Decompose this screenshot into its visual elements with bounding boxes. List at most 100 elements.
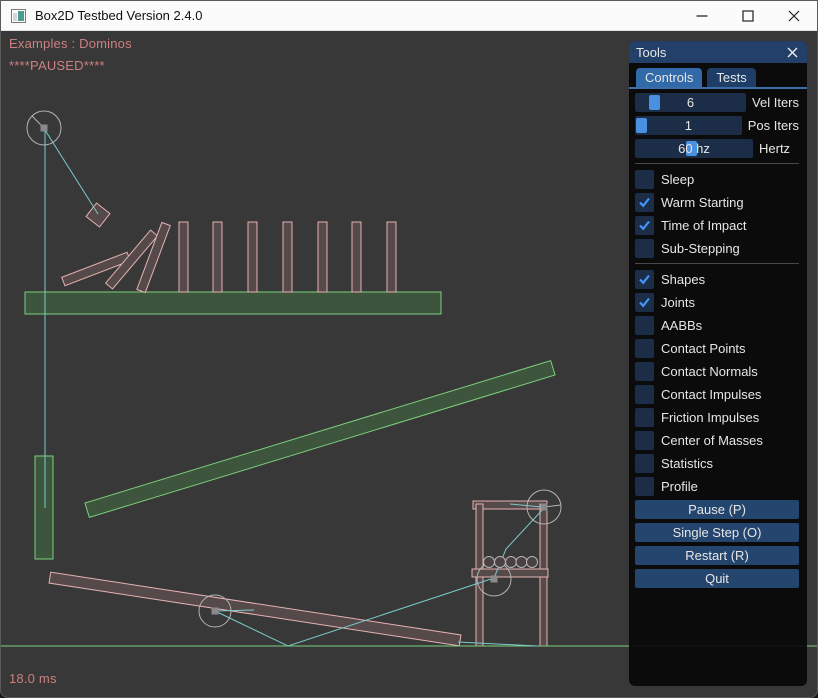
check-label: Warm Starting: [661, 195, 744, 210]
center-marker: [541, 504, 548, 511]
aabbs-checkbox[interactable]: [635, 316, 654, 335]
restart-r-button[interactable]: Restart (R): [635, 546, 799, 565]
body-pink: [62, 252, 131, 285]
slider-row-pos-iters: 1 Pos Iters: [635, 116, 799, 135]
check-row-sleep: Sleep: [635, 170, 799, 189]
joint-line: [45, 130, 98, 214]
pause-p-button[interactable]: Pause (P): [635, 500, 799, 519]
separator: [635, 263, 799, 264]
maximize-icon: [742, 10, 754, 22]
tools-panel-titlebar[interactable]: Tools: [629, 41, 807, 63]
body-pink: [540, 504, 547, 646]
check-label: Shapes: [661, 272, 705, 287]
quit-button[interactable]: Quit: [635, 569, 799, 588]
slider-value: 6: [635, 93, 746, 112]
single-step-o-button[interactable]: Single Step (O): [635, 523, 799, 542]
body-pink: [473, 501, 547, 509]
check-label: Profile: [661, 479, 698, 494]
checkbox-group-solver: Sleep Warm Starting Time of Impact Sub-Step…: [635, 170, 799, 258]
close-icon: [788, 10, 800, 22]
contact-points-checkbox[interactable]: [635, 339, 654, 358]
slider-label: Hertz: [759, 141, 790, 156]
tab-tests[interactable]: Tests: [707, 68, 755, 87]
joint-line: [458, 642, 537, 646]
pos-iters-slider[interactable]: 1: [635, 116, 742, 135]
body-green: [25, 292, 441, 314]
ball-body: [495, 557, 506, 568]
check-row-warm-starting: Warm Starting: [635, 193, 799, 212]
ball-body: [516, 557, 527, 568]
joint-line: [215, 610, 254, 611]
joint-line: [494, 508, 544, 578]
slider-row-hertz: 60 hz Hertz: [635, 139, 799, 158]
body-pink: [318, 222, 327, 292]
tab-controls[interactable]: Controls: [636, 68, 702, 87]
minimize-button[interactable]: [679, 1, 725, 30]
vel-iters-slider[interactable]: 6: [635, 93, 746, 112]
body-green: [85, 361, 555, 518]
check-label: Contact Points: [661, 341, 746, 356]
check-row-friction-impulses: Friction Impulses: [635, 408, 799, 427]
check-icon: [638, 296, 651, 309]
slider-value: 60 hz: [635, 139, 753, 158]
button-section: Pause (P) Single Step (O) Restart (R) Quit: [635, 500, 799, 588]
check-icon: [638, 219, 651, 232]
profile-checkbox[interactable]: [635, 477, 654, 496]
circle-body: [477, 562, 511, 596]
close-button[interactable]: [771, 1, 817, 30]
check-row-contact-normals: Contact Normals: [635, 362, 799, 381]
panel-close-button[interactable]: [784, 44, 800, 60]
check-icon: [638, 196, 651, 209]
ball-body: [506, 557, 517, 568]
joint-line: [510, 504, 542, 507]
check-label: Friction Impulses: [661, 410, 759, 425]
slider-label: Pos Iters: [748, 118, 799, 133]
center-of-masses-checkbox[interactable]: [635, 431, 654, 450]
joints-checkbox[interactable]: [635, 293, 654, 312]
body-pink: [476, 504, 483, 646]
contact-impulses-checkbox[interactable]: [635, 385, 654, 404]
separator: [635, 163, 799, 164]
minimize-icon: [696, 10, 708, 22]
window-title: Box2D Testbed Version 2.4.0: [35, 8, 202, 23]
sub-stepping-checkbox[interactable]: [635, 239, 654, 258]
check-row-contact-impulses: Contact Impulses: [635, 385, 799, 404]
slider-section: 6 Vel Iters 1 Pos Iters 60 hz Hertz: [635, 93, 799, 158]
center-marker: [491, 576, 498, 583]
checkbox-group-draw: Shapes Joints AABBs Contact Points Contact N…: [635, 270, 799, 496]
check-label: Sub-Stepping: [661, 241, 740, 256]
radius-line: [32, 116, 44, 128]
check-label: Center of Masses: [661, 433, 763, 448]
check-label: Sleep: [661, 172, 694, 187]
hertz-slider[interactable]: 60 hz: [635, 139, 753, 158]
check-row-contact-points: Contact Points: [635, 339, 799, 358]
center-marker: [212, 608, 219, 615]
body-pink: [179, 222, 188, 292]
sleep-checkbox[interactable]: [635, 170, 654, 189]
circle-body: [527, 490, 561, 524]
time-of-impact-checkbox[interactable]: [635, 216, 654, 235]
check-label: Joints: [661, 295, 695, 310]
statistics-checkbox[interactable]: [635, 454, 654, 473]
shapes-checkbox[interactable]: [635, 270, 654, 289]
friction-impulses-checkbox[interactable]: [635, 408, 654, 427]
check-label: AABBs: [661, 318, 702, 333]
radius-line: [544, 505, 561, 507]
contact-normals-checkbox[interactable]: [635, 362, 654, 381]
slider-label: Vel Iters: [752, 95, 799, 110]
body-pink: [387, 222, 396, 292]
check-row-joints: Joints: [635, 293, 799, 312]
body-pink: [137, 222, 170, 292]
warm-starting-checkbox[interactable]: [635, 193, 654, 212]
check-label: Statistics: [661, 456, 713, 471]
check-row-shapes: Shapes: [635, 270, 799, 289]
check-row-center-of-masses: Center of Masses: [635, 431, 799, 450]
maximize-button[interactable]: [725, 1, 771, 30]
panel-body: 6 Vel Iters 1 Pos Iters 60 hz Hertz Sleep Warm…: [629, 89, 807, 588]
slider-value: 1: [635, 116, 742, 135]
ball-body: [484, 557, 495, 568]
check-row-time-of-impact: Time of Impact: [635, 216, 799, 235]
check-row-sub-stepping: Sub-Stepping: [635, 239, 799, 258]
body-green: [35, 456, 53, 559]
center-marker: [41, 125, 48, 132]
